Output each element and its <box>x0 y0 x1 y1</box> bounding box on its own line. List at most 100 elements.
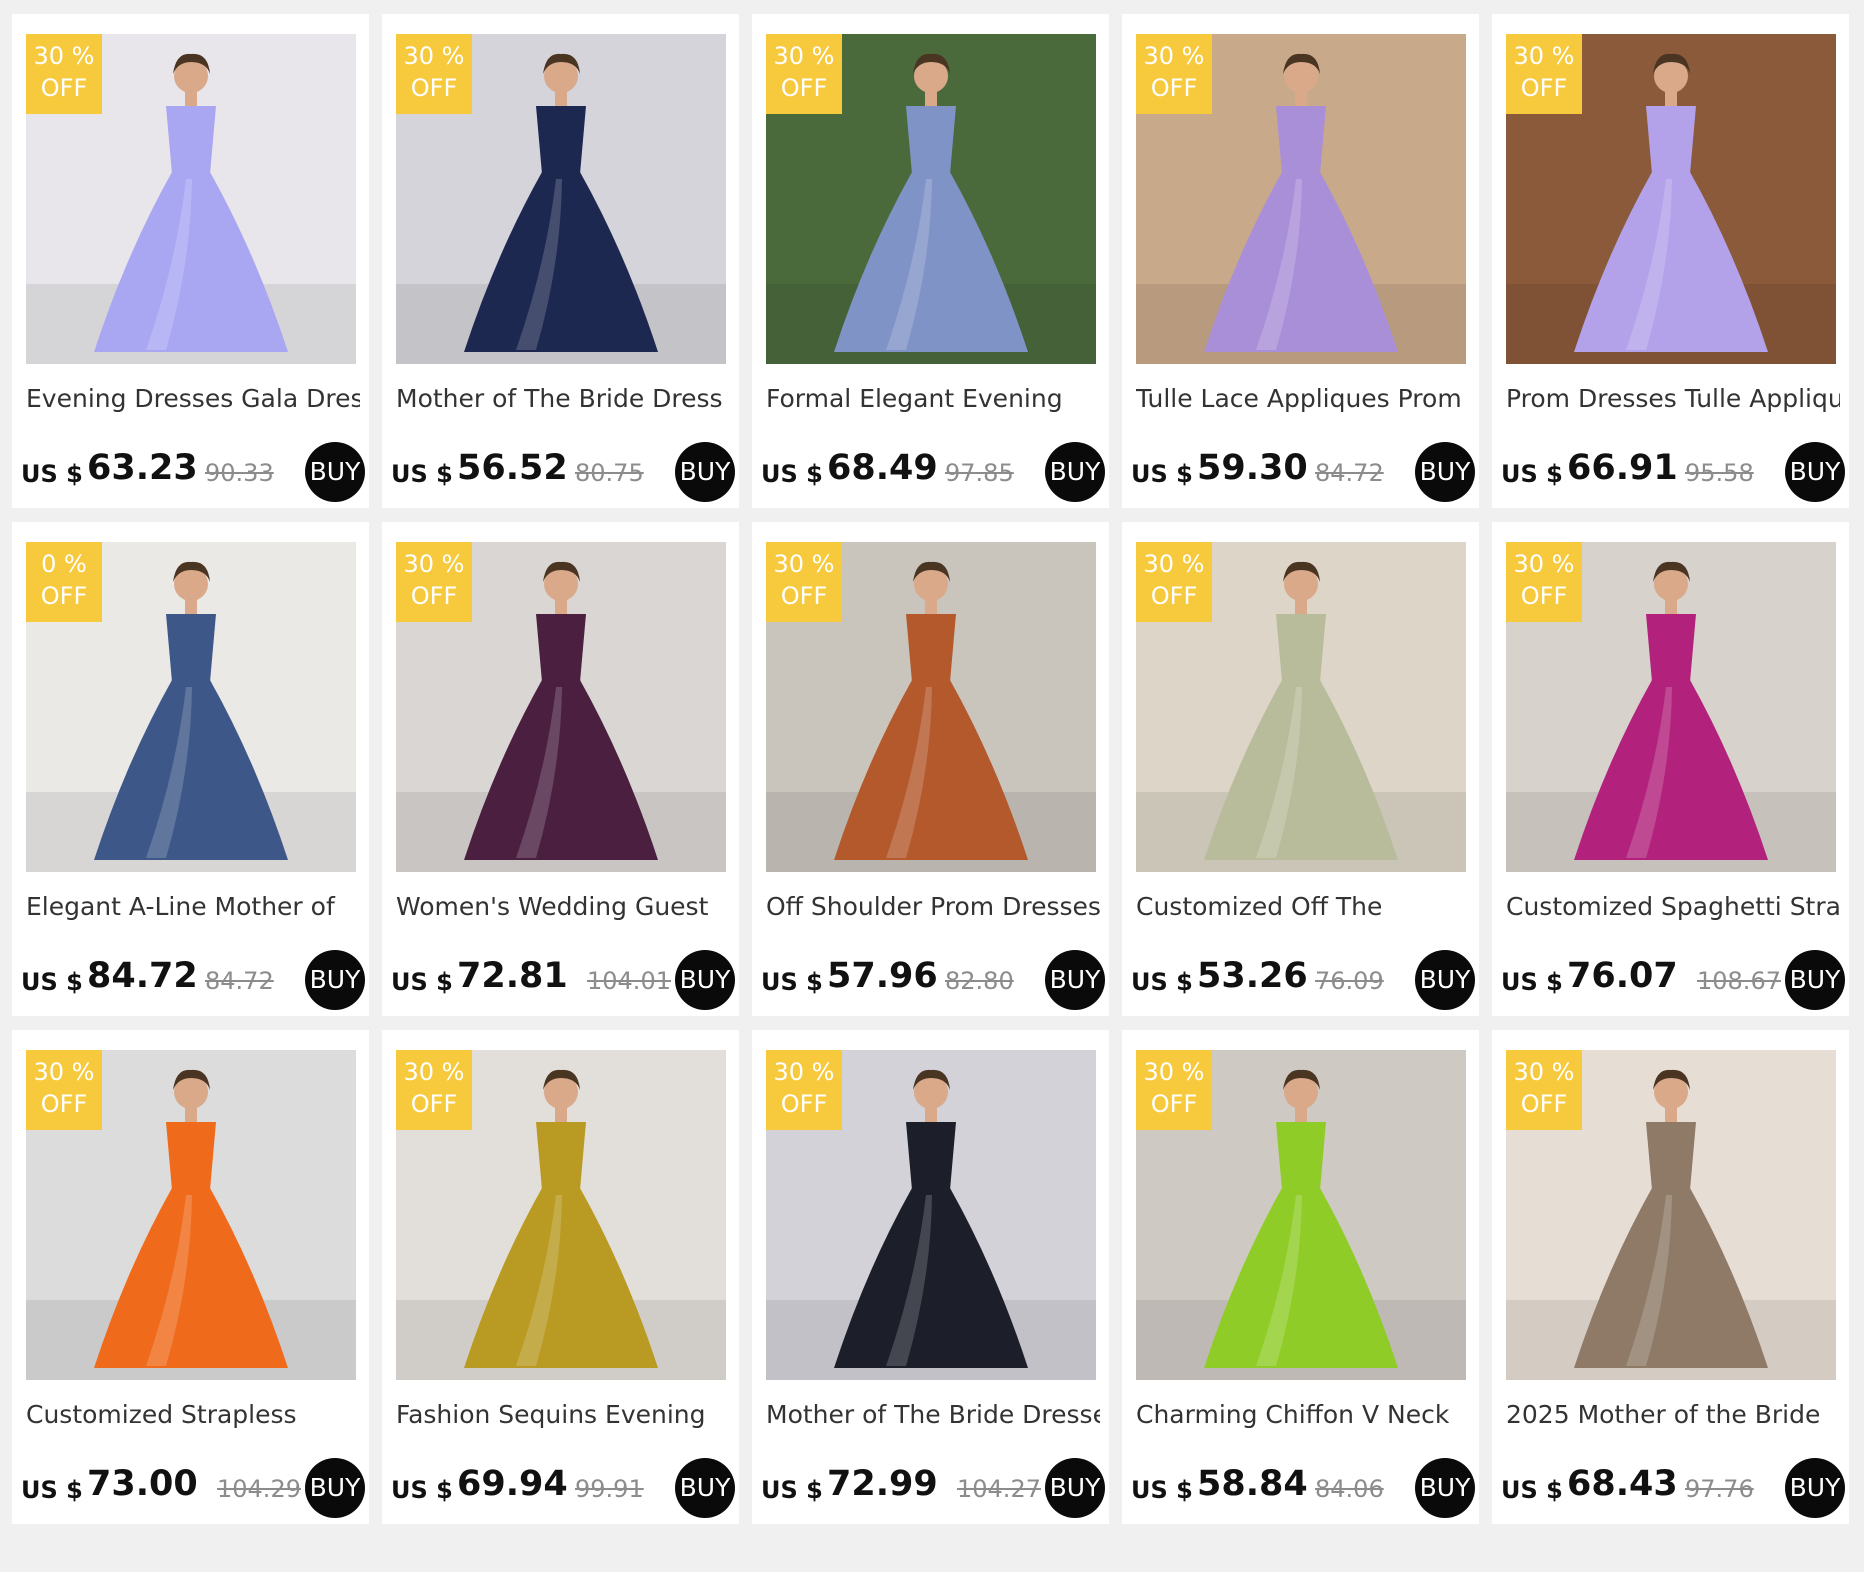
discount-percent: 30 % <box>403 1058 465 1086</box>
product-image[interactable]: 30 % OFF <box>1506 1050 1836 1380</box>
product-title[interactable]: Women's Wedding Guest <box>396 892 730 921</box>
product-image[interactable]: 30 % OFF <box>1506 542 1836 872</box>
product-title[interactable]: Fashion Sequins Evening <box>396 1400 730 1429</box>
original-price: 108.67 <box>1697 967 1781 995</box>
dress-bodice <box>1646 1122 1696 1190</box>
buy-button[interactable]: BUY <box>1045 442 1105 502</box>
product-title[interactable]: 2025 Mother of the Bride <box>1506 1400 1840 1429</box>
currency-label: US $ <box>1501 1476 1563 1504</box>
discount-percent: 30 % <box>773 1058 835 1086</box>
product-title[interactable]: Tulle Lace Appliques Prom <box>1136 384 1470 413</box>
product-card[interactable]: 0 % OFF Elegant A-Line Mother of US $84.72 8… <box>12 522 369 1016</box>
product-image[interactable]: 30 % OFF <box>26 34 356 364</box>
discount-off-label: OFF <box>40 582 88 610</box>
product-image[interactable]: 30 % OFF <box>1136 1050 1466 1380</box>
product-card[interactable]: 30 % OFF 2025 Mother of the Bride US $68.43… <box>1492 1030 1849 1524</box>
product-image[interactable]: 30 % OFF <box>1136 542 1466 872</box>
product-title[interactable]: Customized Off The <box>1136 892 1470 921</box>
product-image[interactable]: 30 % OFF <box>766 1050 1096 1380</box>
product-title[interactable]: Customized Strapless <box>26 1400 360 1429</box>
product-title[interactable]: Off Shoulder Prom Dresses <box>766 892 1100 921</box>
model-neck <box>925 1106 937 1122</box>
product-image[interactable]: 30 % OFF <box>26 1050 356 1380</box>
product-card[interactable]: 30 % OFF Customized Strapless US $73.00 104.… <box>12 1030 369 1524</box>
product-title[interactable]: Mother of The Bride Dresses <box>766 1400 1100 1429</box>
product-image[interactable]: 0 % OFF <box>26 542 356 872</box>
product-card[interactable]: 30 % OFF Tulle Lace Appliques Prom US $59.3… <box>1122 14 1479 508</box>
product-card[interactable]: 30 % OFF Prom Dresses Tulle Applique US $66… <box>1492 14 1849 508</box>
buy-button[interactable]: BUY <box>1785 1458 1845 1518</box>
dress-bodice <box>906 614 956 682</box>
product-title[interactable]: Formal Elegant Evening <box>766 384 1100 413</box>
model-neck <box>1295 1106 1307 1122</box>
product-title[interactable]: Prom Dresses Tulle Applique <box>1506 384 1840 413</box>
product-card[interactable]: 30 % OFF Mother of The Bride Dress US $56.5… <box>382 14 739 508</box>
sale-price: 58.84 <box>1197 1464 1308 1504</box>
product-title[interactable]: Customized Spaghetti Strap <box>1506 892 1840 921</box>
discount-off-label: OFF <box>780 1090 828 1118</box>
product-image[interactable]: 30 % OFF <box>396 34 726 364</box>
discount-percent: 30 % <box>1513 550 1575 578</box>
product-image[interactable]: 30 % OFF <box>766 542 1096 872</box>
discount-percent: 30 % <box>1143 42 1205 70</box>
price-row: US $56.52 80.75 BUY <box>391 442 735 502</box>
buy-button[interactable]: BUY <box>305 950 365 1010</box>
discount-badge: 30 % OFF <box>1136 1050 1212 1130</box>
product-title[interactable]: Charming Chiffon V Neck <box>1136 1400 1470 1429</box>
original-price: 97.76 <box>1685 1475 1754 1503</box>
buy-button[interactable]: BUY <box>1415 442 1475 502</box>
discount-badge: 30 % OFF <box>396 34 472 114</box>
product-image[interactable]: 30 % OFF <box>396 1050 726 1380</box>
original-price: 90.33 <box>205 459 274 487</box>
buy-button[interactable]: BUY <box>1045 1458 1105 1518</box>
model-neck <box>1665 1106 1677 1122</box>
buy-button[interactable]: BUY <box>1785 950 1845 1010</box>
product-card[interactable]: 30 % OFF Mother of The Bride Dresses US $72… <box>752 1030 1109 1524</box>
model-neck <box>555 598 567 614</box>
product-card[interactable]: 30 % OFF Customized Spaghetti Strap US $76.… <box>1492 522 1849 1016</box>
original-price: 84.72 <box>1315 459 1384 487</box>
currency-label: US $ <box>1501 968 1563 996</box>
sale-price: 53.26 <box>1197 956 1308 996</box>
original-price: 80.75 <box>575 459 644 487</box>
product-card[interactable]: 30 % OFF Women's Wedding Guest US $72.81 104… <box>382 522 739 1016</box>
discount-percent: 30 % <box>1143 550 1205 578</box>
product-card[interactable]: 30 % OFF Charming Chiffon V Neck US $58.84 8… <box>1122 1030 1479 1524</box>
buy-button[interactable]: BUY <box>1415 1458 1475 1518</box>
product-card[interactable]: 30 % OFF Customized Off The US $53.26 76.09 B… <box>1122 522 1479 1016</box>
buy-button[interactable]: BUY <box>675 442 735 502</box>
product-card[interactable]: 30 % OFF Fashion Sequins Evening US $69.94 9… <box>382 1030 739 1524</box>
dress-bodice <box>1276 614 1326 682</box>
product-title[interactable]: Mother of The Bride Dress <box>396 384 730 413</box>
buy-button[interactable]: BUY <box>1415 950 1475 1010</box>
product-image[interactable]: 30 % OFF <box>396 542 726 872</box>
original-price: 84.06 <box>1315 1475 1384 1503</box>
product-image[interactable]: 30 % OFF <box>1506 34 1836 364</box>
discount-off-label: OFF <box>410 1090 458 1118</box>
product-title[interactable]: Evening Dresses Gala Dress <box>26 384 360 413</box>
product-card[interactable]: 30 % OFF Off Shoulder Prom Dresses US $57.9… <box>752 522 1109 1016</box>
buy-button[interactable]: BUY <box>305 442 365 502</box>
buy-button[interactable]: BUY <box>1045 950 1105 1010</box>
price-row: US $63.23 90.33 BUY <box>21 442 365 502</box>
price-row: US $68.49 97.85 BUY <box>761 442 1105 502</box>
buy-button[interactable]: BUY <box>675 1458 735 1518</box>
buy-button[interactable]: BUY <box>1785 442 1845 502</box>
currency-label: US $ <box>21 460 83 488</box>
sale-price: 84.72 <box>87 956 198 996</box>
dress-bodice <box>536 106 586 174</box>
dress-bodice <box>1276 106 1326 174</box>
model-neck <box>1295 90 1307 106</box>
discount-percent: 30 % <box>33 1058 95 1086</box>
product-image[interactable]: 30 % OFF <box>766 34 1096 364</box>
original-price: 104.27 <box>957 1475 1041 1503</box>
product-card[interactable]: 30 % OFF Formal Elegant Evening US $68.49 97… <box>752 14 1109 508</box>
buy-button[interactable]: BUY <box>675 950 735 1010</box>
product-image[interactable]: 30 % OFF <box>1136 34 1466 364</box>
product-title[interactable]: Elegant A-Line Mother of <box>26 892 360 921</box>
model-neck <box>1665 598 1677 614</box>
buy-button[interactable]: BUY <box>305 1458 365 1518</box>
discount-badge: 30 % OFF <box>766 542 842 622</box>
product-card[interactable]: 30 % OFF Evening Dresses Gala Dress US $63.… <box>12 14 369 508</box>
discount-badge: 30 % OFF <box>1136 34 1212 114</box>
